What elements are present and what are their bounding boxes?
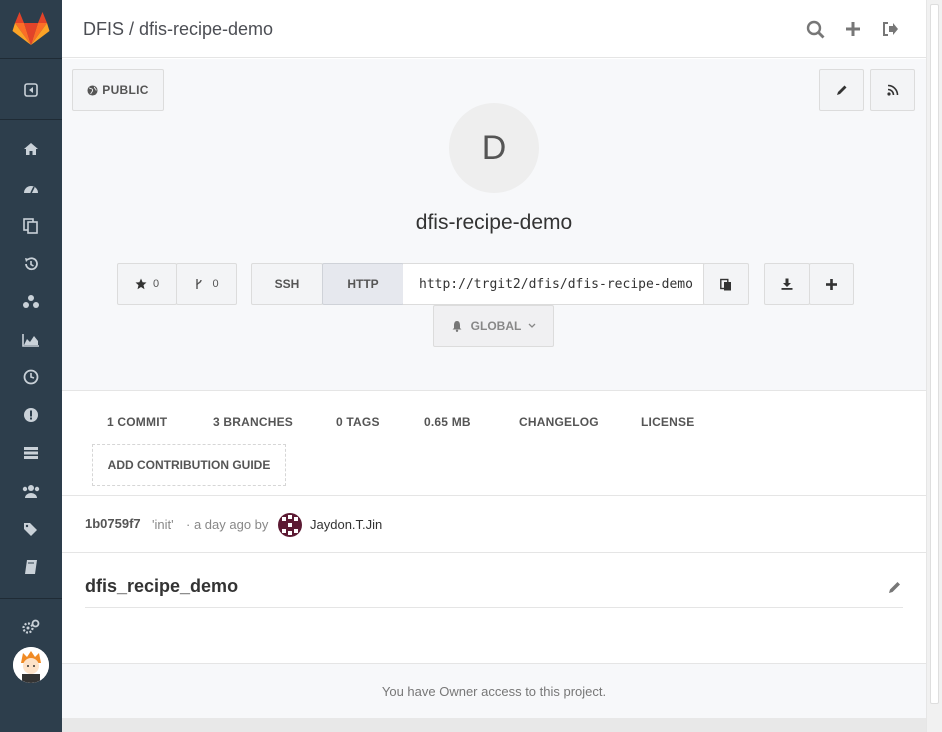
commits-link[interactable]: 1 COMMIT — [107, 415, 167, 429]
files-icon[interactable] — [0, 211, 62, 241]
star-icon — [135, 278, 147, 290]
clipboard-icon — [720, 278, 731, 290]
issues-icon[interactable] — [0, 400, 62, 430]
top-header: DFIS / dfis-recipe-demo — [62, 0, 926, 58]
visibility-label: PUBLIC — [102, 83, 149, 97]
history-icon[interactable] — [0, 249, 62, 279]
project-title: dfis-recipe-demo — [415, 211, 573, 234]
commit-meta: · a day ago by — [186, 517, 269, 532]
repo-size: 0.65 MB — [424, 415, 471, 429]
home-icon[interactable] — [0, 134, 62, 164]
readme-panel: dfis_recipe_demo — [62, 554, 926, 664]
project-stats: 1 COMMIT 3 BRANCHES 0 TAGS 0.65 MB CHANG… — [62, 392, 926, 496]
graph-icon[interactable] — [0, 325, 62, 355]
star-button[interactable]: 0 — [117, 263, 177, 305]
bottom-strip — [62, 718, 926, 732]
download-icon — [781, 278, 793, 290]
scrollbar-thumb[interactable] — [930, 4, 939, 704]
author-avatar[interactable] — [278, 513, 302, 537]
search-icon[interactable] — [804, 18, 826, 40]
dashboard-icon[interactable] — [0, 173, 62, 203]
license-link[interactable]: LICENSE — [641, 415, 694, 429]
labels-icon[interactable] — [0, 514, 62, 544]
star-count: 0 — [152, 278, 160, 290]
notification-level: GLOBAL — [470, 319, 522, 333]
ssh-button[interactable]: SSH — [251, 263, 323, 305]
merge-requests-icon[interactable] — [0, 438, 62, 468]
add-file-button[interactable] — [809, 263, 854, 305]
changelog-link[interactable]: CHANGELOG — [519, 415, 599, 429]
add-contribution-guide-button[interactable]: ADD CONTRIBUTION GUIDE — [92, 444, 286, 486]
breadcrumb[interactable]: DFIS / dfis-recipe-demo — [83, 19, 273, 40]
globe-icon — [87, 84, 98, 96]
download-button[interactable] — [764, 263, 810, 305]
clone-url-input[interactable]: http://trgit2/dfis/dfis-recipe-demo — [403, 263, 704, 305]
http-label: HTTP — [347, 277, 379, 291]
readme-title: dfis_recipe_demo — [85, 576, 239, 596]
branches-link[interactable]: 3 BRANCHES — [213, 415, 293, 429]
plus-icon — [826, 278, 837, 290]
sidebar — [0, 0, 62, 732]
milestones-icon[interactable] — [0, 362, 62, 392]
project-home-panel: PUBLIC D dfis-recipe-demo 0 0 SSH HTTP h… — [62, 59, 926, 391]
fork-count: 0 — [212, 278, 219, 290]
rss-icon — [886, 84, 898, 96]
edit-readme-icon[interactable] — [888, 580, 902, 599]
settings-icon[interactable] — [0, 612, 62, 642]
project-avatar: D — [449, 103, 539, 193]
rss-feed-button[interactable] — [870, 69, 915, 111]
network-icon[interactable] — [0, 287, 62, 317]
http-button[interactable]: HTTP — [322, 263, 404, 305]
bell-icon — [452, 321, 462, 332]
visibility-button[interactable]: PUBLIC — [72, 69, 164, 111]
sign-out-icon[interactable] — [879, 18, 901, 40]
scrollbar[interactable] — [926, 0, 942, 732]
readme-divider — [85, 607, 903, 608]
collapse-sidebar-icon[interactable] — [0, 75, 62, 105]
last-commit: 1b0759f7 'init' · a day ago by Jaydon.T.… — [62, 497, 926, 553]
copy-url-button[interactable] — [703, 263, 749, 305]
wiki-icon[interactable] — [0, 552, 62, 582]
commit-sha[interactable]: 1b0759f7 — [85, 516, 141, 531]
tags-link[interactable]: 0 TAGS — [336, 415, 380, 429]
gitlab-logo-icon — [12, 12, 50, 45]
edit-project-button[interactable] — [819, 69, 864, 111]
project-main: PUBLIC D dfis-recipe-demo 0 0 SSH HTTP h… — [62, 59, 926, 732]
commit-message[interactable]: 'init' — [152, 517, 174, 532]
gitlab-logo[interactable] — [0, 0, 62, 58]
chevron-down-icon — [528, 323, 536, 328]
fork-icon — [196, 279, 203, 289]
pencil-icon — [836, 85, 846, 95]
commit-author[interactable]: Jaydon.T.Jin — [310, 517, 382, 532]
fork-button[interactable]: 0 — [176, 263, 237, 305]
user-avatar[interactable] — [13, 647, 49, 683]
members-icon[interactable] — [0, 476, 62, 506]
ssh-label: SSH — [274, 277, 300, 291]
access-footer: You have Owner access to this project. — [62, 664, 926, 718]
plus-icon[interactable] — [842, 18, 864, 40]
notification-dropdown[interactable]: GLOBAL — [433, 305, 554, 347]
